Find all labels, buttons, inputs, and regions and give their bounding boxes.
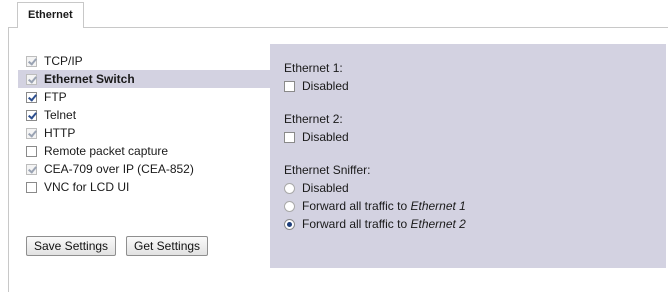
sniffer-disabled-radio[interactable] bbox=[284, 183, 295, 194]
service-item-tcpip[interactable]: TCP/IP bbox=[18, 52, 270, 70]
ethernet2-heading: Ethernet 2: bbox=[284, 112, 343, 126]
cea709-checkbox[interactable] bbox=[26, 164, 37, 175]
service-label: CEA-709 over IP (CEA-852) bbox=[44, 162, 194, 176]
service-item-vnc[interactable]: VNC for LCD UI bbox=[18, 178, 270, 196]
sniffer-eth1-radio[interactable] bbox=[284, 201, 295, 212]
tab-bar: Ethernet bbox=[0, 0, 668, 28]
service-item-ethernet-switch[interactable]: Ethernet Switch bbox=[18, 70, 270, 88]
sniffer-section: Ethernet Sniffer: Disabled Forward all t… bbox=[284, 161, 466, 233]
get-settings-button[interactable]: Get Settings bbox=[126, 236, 209, 256]
ethernet2-disabled-checkbox[interactable] bbox=[284, 132, 295, 143]
sniffer-option-label: Disabled bbox=[302, 181, 349, 195]
sniffer-eth2-radio[interactable] bbox=[284, 219, 295, 230]
ethernet2-disabled-option[interactable]: Disabled bbox=[284, 128, 349, 146]
sniffer-option-eth2[interactable]: Forward all traffic to Ethernet 2 bbox=[284, 215, 466, 233]
service-label: HTTP bbox=[44, 126, 76, 140]
service-item-remote-packet-capture[interactable]: Remote packet capture bbox=[18, 142, 270, 160]
telnet-checkbox[interactable] bbox=[26, 110, 37, 121]
ethernet1-section: Ethernet 1: Disabled bbox=[284, 59, 349, 95]
ethernet-switch-checkbox[interactable] bbox=[26, 74, 37, 85]
http-checkbox[interactable] bbox=[26, 128, 37, 139]
service-label: TCP/IP bbox=[44, 54, 83, 68]
service-label: Remote packet capture bbox=[44, 144, 169, 158]
services-list: TCP/IP Ethernet Switch FTP Telnet HTTP R… bbox=[18, 52, 270, 196]
sniffer-option-label: Forward all traffic to bbox=[302, 217, 411, 231]
ethernet2-disabled-label: Disabled bbox=[302, 130, 349, 144]
service-label: VNC for LCD UI bbox=[44, 180, 130, 194]
tcpip-checkbox[interactable] bbox=[26, 56, 37, 67]
service-item-http[interactable]: HTTP bbox=[18, 124, 270, 142]
vnc-checkbox[interactable] bbox=[26, 182, 37, 193]
sniffer-option-label: Forward all traffic to bbox=[302, 199, 411, 213]
settings-panel: Ethernet 1: Disabled Ethernet 2: Disable… bbox=[270, 44, 666, 268]
ethernet1-disabled-label: Disabled bbox=[302, 79, 349, 93]
ftp-checkbox[interactable] bbox=[26, 92, 37, 103]
service-item-telnet[interactable]: Telnet bbox=[18, 106, 270, 124]
ethernet2-section: Ethernet 2: Disabled bbox=[284, 110, 349, 146]
sniffer-heading: Ethernet Sniffer: bbox=[284, 163, 371, 177]
save-settings-button[interactable]: Save Settings bbox=[26, 236, 117, 256]
remote-packet-capture-checkbox[interactable] bbox=[26, 146, 37, 157]
service-label: Ethernet Switch bbox=[44, 72, 135, 86]
sniffer-option-target: Ethernet 1 bbox=[410, 199, 466, 213]
service-item-cea709[interactable]: CEA-709 over IP (CEA-852) bbox=[18, 160, 270, 178]
sniffer-option-target: Ethernet 2 bbox=[410, 217, 466, 231]
service-label: Telnet bbox=[44, 108, 77, 122]
ethernet1-disabled-checkbox[interactable] bbox=[284, 81, 295, 92]
sniffer-option-eth1[interactable]: Forward all traffic to Ethernet 1 bbox=[284, 197, 466, 215]
service-label: FTP bbox=[44, 90, 67, 104]
tab-ethernet[interactable]: Ethernet bbox=[17, 2, 84, 28]
sniffer-option-disabled[interactable]: Disabled bbox=[284, 179, 466, 197]
service-item-ftp[interactable]: FTP bbox=[18, 88, 270, 106]
ethernet1-heading: Ethernet 1: bbox=[284, 61, 343, 75]
ethernet1-disabled-option[interactable]: Disabled bbox=[284, 77, 349, 95]
